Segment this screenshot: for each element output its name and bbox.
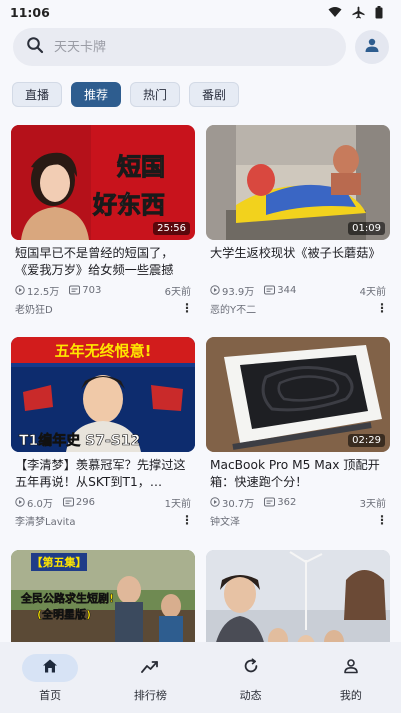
video-card[interactable]: 02:29 MacBook Pro M5 Max 顶配开箱：快速跑个分！ 30.… (206, 337, 390, 528)
status-time: 11:06 (10, 4, 50, 20)
danmaku-icon (69, 285, 81, 295)
nav-activity-label: 动态 (239, 689, 262, 702)
avatar-button[interactable] (355, 30, 389, 64)
danmaku-icon (264, 285, 276, 295)
video-title[interactable]: MacBook Pro M5 Max 顶配开箱：快速跑个分！ (206, 457, 390, 491)
danmaku-icon (264, 497, 276, 507)
publish-date: 3天前 (359, 498, 386, 510)
video-card[interactable]: 五年无终恨意! T1编年史 S7-S12 【李清梦】羡慕冠军？先撑过这五年再说！… (11, 337, 195, 528)
video-thumbnail[interactable]: 01:09 (206, 125, 390, 240)
more-options-icon[interactable]: ⋮ (376, 302, 388, 314)
nav-profile[interactable]: 我的 (301, 642, 401, 713)
video-stats: 93.9万 344 4天前 (206, 283, 390, 298)
search-row (13, 28, 389, 66)
nav-home-indicator[interactable] (22, 654, 79, 682)
video-thumbnail[interactable] (206, 550, 390, 642)
author-name[interactable]: 李清梦Lavita (15, 513, 75, 528)
status-icons (328, 5, 383, 19)
video-card[interactable]: 短国 好东西 25:56 短国早已不是曾经的短国了，《爱我万岁》给女频一些震撼 … (11, 125, 195, 316)
trending-icon (141, 659, 159, 678)
publish-date: 1天前 (164, 498, 191, 510)
status-bar: 11:06 (0, 0, 401, 24)
nav-ranking-label: 排行榜 (133, 689, 167, 702)
nav-home-label: 首页 (39, 689, 62, 702)
tab-recommended[interactable]: 推荐 (71, 82, 122, 107)
video-thumbnail[interactable]: 短国 好东西 25:56 (11, 125, 195, 240)
nav-home[interactable]: 首页 (0, 642, 100, 713)
category-tabs: 直播 推荐 热门 番剧 (12, 82, 240, 107)
video-feed[interactable]: 短国 好东西 25:56 短国早已不是曾经的短国了，《爱我万岁》给女频一些震撼 … (11, 125, 391, 642)
video-thumbnail[interactable]: 五年无终恨意! T1编年史 S7-S12 (11, 337, 195, 452)
video-card[interactable] (206, 550, 390, 642)
search-input[interactable] (54, 39, 304, 55)
airplane-mode-icon (352, 6, 365, 19)
nav-profile-label: 我的 (339, 689, 362, 702)
view-count: 6.0万 (27, 498, 53, 510)
thumb-text-short-drama: 短国 (117, 153, 165, 181)
comment-count: 362 (277, 496, 297, 508)
more-options-icon[interactable]: ⋮ (181, 514, 193, 526)
activity-refresh-icon (243, 658, 259, 678)
nav-ranking[interactable]: 排行榜 (100, 642, 200, 713)
thumb-text-road-drama: 全民公路求生短剧! (20, 591, 114, 605)
author-name[interactable]: 老奶狂D (15, 301, 53, 316)
wifi-icon (328, 6, 342, 18)
video-stats: 30.7万 362 3天前 (206, 495, 390, 510)
play-count-icon (15, 285, 25, 295)
author-row: 钟文泽 ⋮ (206, 513, 390, 528)
author-name[interactable]: 恶的Y不二 (210, 301, 256, 316)
view-count: 93.9万 (222, 286, 255, 298)
video-title[interactable]: 【李清梦】羡慕冠军？先撑过这五年再说！从SKT到T1，… (11, 457, 195, 491)
comment-count: 703 (82, 284, 102, 296)
nav-activity[interactable]: 动态 (201, 642, 301, 713)
view-count: 30.7万 (222, 498, 255, 510)
video-card[interactable]: 【第五集】 全民公路求生短剧! (全明星版) (11, 550, 195, 642)
comment-count: 296 (75, 496, 95, 508)
more-options-icon[interactable]: ⋮ (181, 302, 193, 314)
video-stats: 12.5万 703 6天前 (11, 283, 195, 298)
view-count: 12.5万 (27, 286, 60, 298)
profile-icon (343, 658, 359, 678)
video-title[interactable]: 短国早已不是曾经的短国了，《爱我万岁》给女频一些震撼 (11, 245, 195, 279)
tab-live[interactable]: 直播 (12, 82, 63, 107)
account-icon (364, 37, 380, 57)
thumb-text-chronicle: T1编年史 S7-S12 (19, 432, 140, 449)
author-row: 李清梦Lavita ⋮ (11, 513, 195, 528)
video-card[interactable]: 01:09 大学生返校现状《被子长蘑菇》 93.9万 344 4天前 恶的Y不二… (206, 125, 390, 316)
video-thumbnail[interactable]: 【第五集】 全民公路求生短剧! (全明星版) (11, 550, 195, 642)
video-duration: 02:29 (348, 434, 385, 447)
play-count-icon (210, 285, 220, 295)
search-box[interactable] (13, 28, 347, 66)
bottom-navigation: 首页 排行榜 动态 我的 (0, 642, 401, 713)
video-stats: 6.0万 296 1天前 (11, 495, 195, 510)
play-count-icon (15, 497, 25, 507)
home-icon (42, 658, 58, 678)
tab-anime[interactable]: 番剧 (189, 82, 240, 107)
thumb-text-episode: 【第五集】 (32, 555, 87, 569)
tab-hot[interactable]: 热门 (130, 82, 181, 107)
thumb-text-allstar: (全明星版) (37, 607, 91, 621)
author-row: 老奶狂D ⋮ (11, 301, 195, 316)
author-name[interactable]: 钟文泽 (210, 513, 240, 528)
thumb-text-good-stuff: 好东西 (92, 191, 165, 219)
thumb-text-banner: 五年无终恨意! (55, 342, 152, 360)
more-options-icon[interactable]: ⋮ (376, 514, 388, 526)
video-thumbnail[interactable]: 02:29 (206, 337, 390, 452)
search-icon[interactable] (26, 36, 44, 58)
comment-count: 344 (277, 284, 297, 296)
publish-date: 6天前 (164, 286, 191, 298)
video-duration: 25:56 (153, 222, 190, 235)
author-row: 恶的Y不二 ⋮ (206, 301, 390, 316)
play-count-icon (210, 497, 220, 507)
danmaku-icon (62, 497, 74, 507)
video-duration: 01:09 (348, 222, 385, 235)
battery-icon (375, 5, 383, 19)
publish-date: 4天前 (359, 286, 386, 298)
video-title[interactable]: 大学生返校现状《被子长蘑菇》 (206, 245, 390, 279)
